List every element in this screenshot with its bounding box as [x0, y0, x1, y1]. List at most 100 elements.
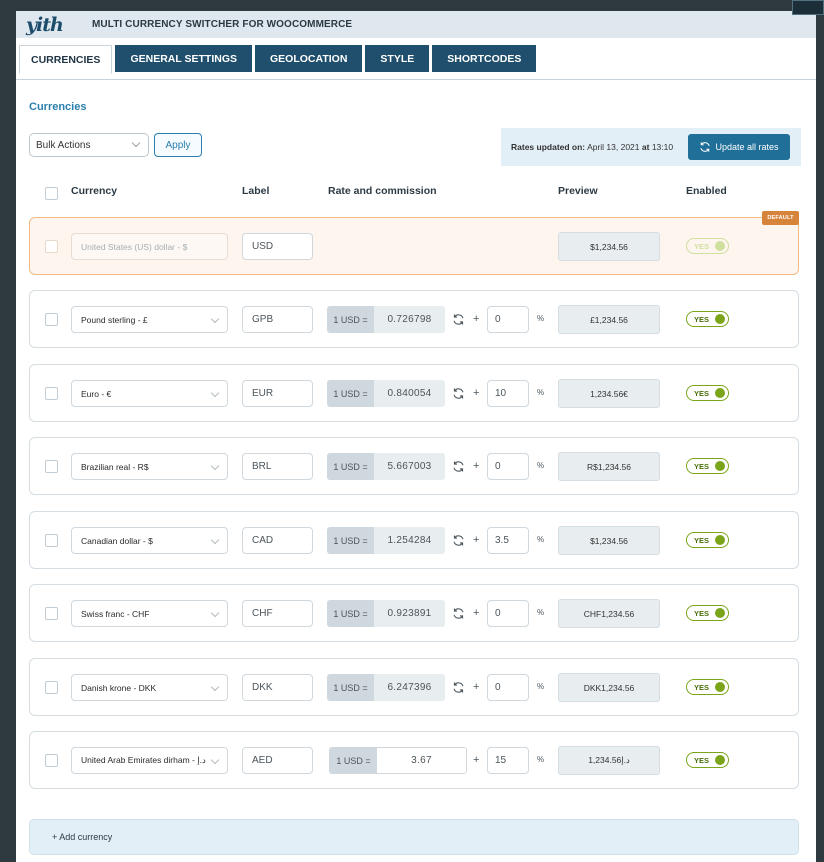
currency-row-default: United States (US) dollar - $ USD $1,234… — [29, 211, 799, 275]
commission-input[interactable]: 0 — [487, 306, 529, 333]
currency-select[interactable]: Brazilian real - R$ — [71, 453, 228, 480]
price-preview: د.إ1,234.56 — [558, 746, 660, 775]
currency-label-input[interactable]: CAD — [242, 527, 313, 554]
percent-sign: % — [537, 682, 545, 691]
percent-sign: % — [537, 535, 545, 544]
tab-currencies[interactable]: CURRENCIES — [19, 45, 113, 74]
row-checkbox[interactable] — [45, 387, 58, 400]
enabled-toggle[interactable]: YES — [686, 605, 729, 621]
window-corner-control — [792, 0, 824, 15]
exchange-rate-field: 1 USD = 0.923891 — [327, 600, 445, 627]
row-checkbox[interactable] — [45, 607, 58, 620]
bulk-actions-select[interactable]: Bulk Actions — [29, 133, 149, 157]
apply-button[interactable]: Apply — [154, 133, 202, 157]
currency-label-input[interactable]: GPB — [242, 306, 313, 333]
currency-label-input[interactable]: EUR — [242, 380, 313, 407]
enabled-toggle[interactable]: YES — [686, 311, 729, 327]
chevron-down-icon — [210, 461, 220, 471]
toggle-knob — [715, 755, 725, 765]
refresh-icon — [700, 142, 711, 152]
percent-sign: % — [537, 314, 545, 323]
select-all-checkbox[interactable] — [45, 187, 58, 200]
currency-select[interactable]: Pound sterling - £ — [71, 306, 228, 333]
chevron-down-icon — [210, 608, 220, 618]
row-checkbox[interactable] — [45, 313, 58, 326]
update-all-rates-button[interactable]: Update all rates — [688, 134, 790, 160]
row-checkbox[interactable] — [45, 681, 58, 694]
toggle-knob — [715, 461, 725, 471]
commission-input[interactable]: 0 — [487, 453, 529, 480]
toggle-label: YES — [694, 682, 710, 692]
commission-input[interactable]: 3.5 — [487, 527, 529, 554]
toggle-label: YES — [694, 461, 710, 471]
toggle-knob — [715, 682, 725, 692]
chevron-down-icon — [210, 682, 220, 692]
commission-input[interactable]: 0 — [487, 674, 529, 701]
currency-select[interactable]: United Arab Emirates dirham - د.إ — [71, 747, 228, 774]
enabled-toggle[interactable]: YES — [686, 752, 729, 768]
currency-select-value: United Arab Emirates dirham - د.إ — [81, 755, 206, 765]
table-header: Currency Label Rate and commission Previ… — [16, 177, 816, 207]
sync-rate-icon[interactable] — [452, 681, 465, 694]
toggle-label: YES — [694, 608, 710, 618]
currency-select: United States (US) dollar - $ — [71, 233, 228, 260]
currency-label-input[interactable]: CHF — [242, 600, 313, 627]
toggle-knob — [715, 314, 725, 324]
currency-select-value: United States (US) dollar - $ — [81, 241, 188, 252]
row-checkbox[interactable] — [45, 240, 58, 253]
exchange-rate-field: 1 USD = 6.247396 — [327, 674, 445, 701]
enabled-toggle[interactable]: YES — [686, 458, 729, 474]
currency-label-input[interactable]: BRL — [242, 453, 313, 480]
column-enabled: Enabled — [686, 185, 727, 197]
tab-general-settings[interactable]: GENERAL SETTINGS — [115, 45, 253, 72]
add-currency-button[interactable]: + Add currency — [29, 819, 799, 855]
currency-label-input[interactable]: AED — [242, 747, 313, 774]
yith-logo: yith — [26, 13, 64, 36]
rate-prefix: 1 USD = — [327, 600, 374, 627]
currency-label-input[interactable]: USD — [242, 233, 313, 260]
row-checkbox[interactable] — [45, 534, 58, 547]
currency-label-input[interactable]: DKK — [242, 674, 313, 701]
rate-value: 5.667003 — [374, 453, 445, 480]
plus-sign: + — [473, 313, 480, 325]
price-preview: R$1,234.56 — [558, 452, 660, 481]
rate-value: 0.840054 — [374, 380, 445, 407]
exchange-rate-field[interactable]: 1 USD = 3.67 — [329, 747, 467, 774]
plus-sign: + — [473, 607, 480, 619]
rates-at-label: at — [641, 142, 650, 152]
sync-rate-icon[interactable] — [452, 313, 465, 326]
currency-select[interactable]: Euro - € — [71, 380, 228, 407]
commission-input[interactable]: 15 — [487, 747, 529, 774]
row-checkbox[interactable] — [45, 754, 58, 767]
chevron-down-icon — [131, 138, 141, 148]
update-all-rates-label: Update all rates — [715, 142, 779, 152]
rate-value[interactable]: 3.67 — [377, 748, 466, 773]
sync-rate-icon[interactable] — [452, 460, 465, 473]
tab-shortcodes[interactable]: SHORTCODES — [432, 45, 537, 72]
currency-select[interactable]: Danish krone - DKK — [71, 674, 228, 701]
price-preview: CHF1,234.56 — [558, 599, 660, 628]
commission-input[interactable]: 0 — [487, 600, 529, 627]
column-preview: Preview — [558, 185, 598, 197]
currency-select[interactable]: Swiss franc - CHF — [71, 600, 228, 627]
enabled-toggle[interactable]: YES — [686, 532, 729, 548]
rate-prefix: 1 USD = — [327, 453, 374, 480]
tab-geolocation[interactable]: GEOLOCATION — [255, 45, 363, 72]
column-currency: Currency — [71, 185, 118, 197]
currency-row: Euro - € EUR 1 USD = 0.840054 + 10 % 1,2… — [29, 364, 799, 422]
sync-rate-icon[interactable] — [452, 387, 465, 400]
column-label: Label — [242, 185, 270, 197]
rate-value: 1.254284 — [374, 527, 445, 554]
currency-select-value: Euro - € — [81, 388, 112, 399]
row-checkbox[interactable] — [45, 460, 58, 473]
tab-style[interactable]: STYLE — [365, 45, 430, 72]
sync-rate-icon[interactable] — [452, 607, 465, 620]
rate-prefix: 1 USD = — [327, 380, 374, 407]
exchange-rate-field: 1 USD = 1.254284 — [327, 527, 445, 554]
enabled-toggle[interactable]: YES — [686, 385, 729, 401]
toggle-label: YES — [694, 314, 710, 324]
commission-input[interactable]: 10 — [487, 380, 529, 407]
currency-select[interactable]: Canadian dollar - $ — [71, 527, 228, 554]
sync-rate-icon[interactable] — [452, 534, 465, 547]
enabled-toggle[interactable]: YES — [686, 679, 729, 695]
